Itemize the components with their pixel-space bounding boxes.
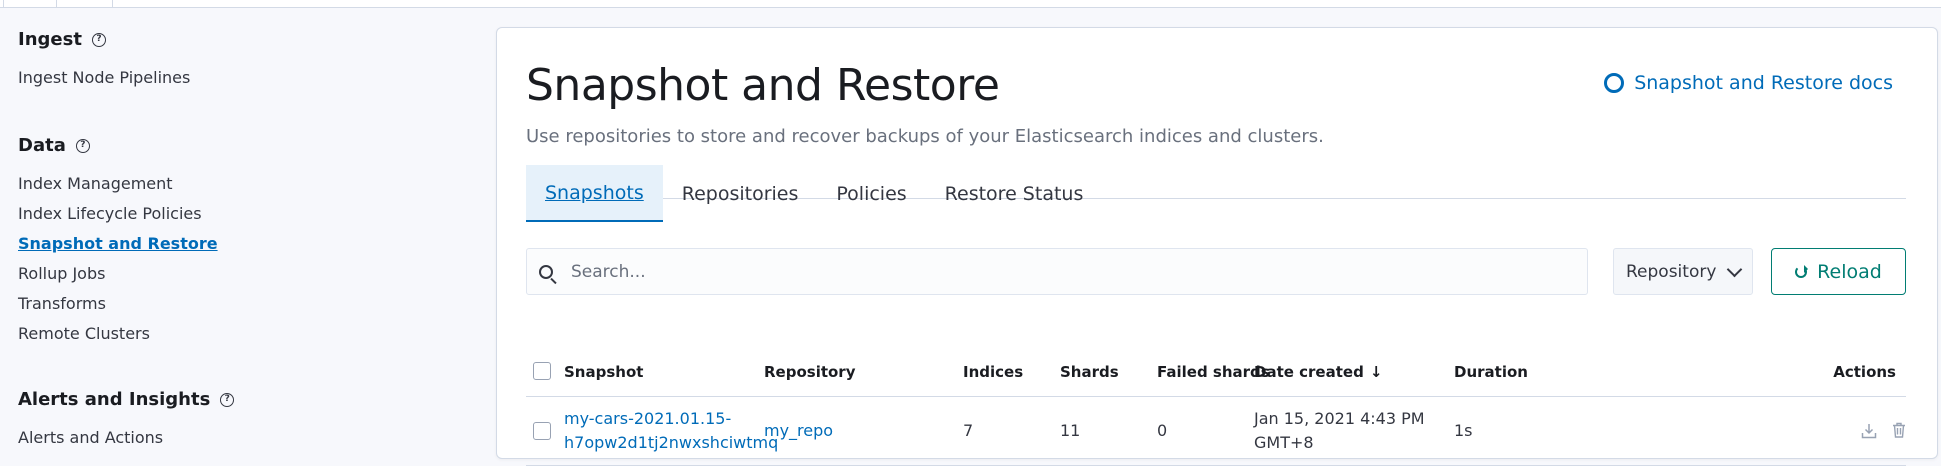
- column-header-duration[interactable]: Duration: [1454, 363, 1528, 381]
- table-header: Snapshot Repository Indices Shards Faile…: [526, 338, 1906, 397]
- help-icon[interactable]: ?: [91, 32, 106, 47]
- column-header-shards[interactable]: Shards: [1060, 363, 1119, 381]
- snapshot-name-line: my-cars-2021.01.15-: [564, 409, 732, 428]
- tab-repositories[interactable]: Repositories: [663, 165, 818, 222]
- repository-filter-select[interactable]: Repository: [1613, 248, 1753, 295]
- sidebar-item-index-lifecycle-policies[interactable]: Index Lifecycle Policies: [18, 204, 202, 223]
- search-icon: [539, 264, 553, 279]
- nav-group-ingest: Ingest ?: [18, 29, 106, 50]
- search-box: [526, 248, 1588, 295]
- lifebuoy-icon: [1604, 73, 1625, 93]
- repository-link[interactable]: my_repo: [764, 419, 833, 443]
- sidebar-item-transforms[interactable]: Transforms: [18, 294, 106, 313]
- nav-group-title: Data: [18, 135, 66, 156]
- table-row: my-cars-2021.01.15- h7opw2d1tj2nwxshciwt…: [526, 397, 1906, 466]
- top-tab-divider: [56, 0, 57, 7]
- tab-restore-status[interactable]: Restore Status: [926, 165, 1103, 222]
- column-header-repository[interactable]: Repository: [764, 363, 856, 381]
- snapshots-table: Snapshot Repository Indices Shards Faile…: [526, 338, 1906, 466]
- column-header-date-created[interactable]: Date created ↓: [1254, 363, 1382, 381]
- help-icon[interactable]: ?: [75, 138, 90, 153]
- repository-filter-label: Repository: [1626, 261, 1717, 282]
- nav-group-title: Ingest: [18, 29, 82, 50]
- page-title: Snapshot and Restore: [526, 60, 1000, 111]
- snapshot-name-line: h7opw2d1tj2nwxshciwtmq: [564, 433, 779, 452]
- nav-group-title: Alerts and Insights: [18, 389, 211, 410]
- date-line: GMT+8: [1254, 433, 1314, 452]
- reload-button[interactable]: Reload: [1771, 248, 1906, 295]
- help-icon[interactable]: ?: [220, 392, 235, 407]
- docs-link-label: Snapshot and Restore docs: [1634, 72, 1893, 94]
- duration-cell: 1s: [1454, 421, 1473, 440]
- column-header-label: Date created: [1254, 363, 1364, 381]
- column-header-failed-shards[interactable]: Failed shards: [1157, 363, 1270, 381]
- refresh-icon: [1795, 264, 1809, 278]
- select-all-checkbox[interactable]: [533, 362, 551, 380]
- indices-cell: 7: [963, 421, 974, 440]
- sidebar-item-rollup-jobs[interactable]: Rollup Jobs: [18, 264, 105, 283]
- sidebar-item-alerts-and-actions[interactable]: Alerts and Actions: [18, 428, 163, 447]
- main-panel: Snapshot and Restore Snapshot and Restor…: [496, 27, 1938, 466]
- download-icon[interactable]: [1861, 423, 1877, 439]
- tab-snapshots[interactable]: Snapshots: [526, 165, 663, 222]
- sidebar-item-remote-clusters[interactable]: Remote Clusters: [18, 324, 150, 343]
- top-tab-divider: [3, 0, 4, 7]
- failed-shards-cell: 0: [1157, 421, 1168, 440]
- trash-icon[interactable]: [1891, 422, 1907, 438]
- arrow-down-icon: ↓: [1369, 363, 1383, 381]
- sidebar-item-snapshot-and-restore[interactable]: Snapshot and Restore: [18, 234, 218, 253]
- tab-bar: Snapshots Repositories Policies Restore …: [526, 138, 1906, 222]
- chevron-down-icon: [1726, 261, 1743, 277]
- tab-policies[interactable]: Policies: [817, 165, 925, 222]
- column-header-snapshot[interactable]: Snapshot: [564, 363, 643, 381]
- date-line: Jan 15, 2021 4:43 PM: [1254, 409, 1425, 428]
- row-checkbox[interactable]: [533, 422, 551, 440]
- search-input[interactable]: [569, 260, 1553, 283]
- sidebar-nav: Ingest ? Ingest Node Pipelines Data ? In…: [0, 7, 480, 448]
- column-header-indices[interactable]: Indices: [963, 363, 1023, 381]
- nav-group-alerts-and-insights: Alerts and Insights ?: [18, 389, 235, 410]
- sidebar-item-index-management[interactable]: Index Management: [18, 174, 173, 193]
- top-tab-divider: [112, 0, 113, 7]
- sidebar-item-ingest-node-pipelines[interactable]: Ingest Node Pipelines: [18, 68, 190, 87]
- nav-group-data: Data ?: [18, 135, 90, 156]
- docs-link[interactable]: Snapshot and Restore docs: [1604, 72, 1893, 94]
- shards-cell: 11: [1060, 421, 1081, 440]
- column-header-actions: Actions: [1833, 363, 1896, 381]
- reload-label: Reload: [1817, 260, 1882, 283]
